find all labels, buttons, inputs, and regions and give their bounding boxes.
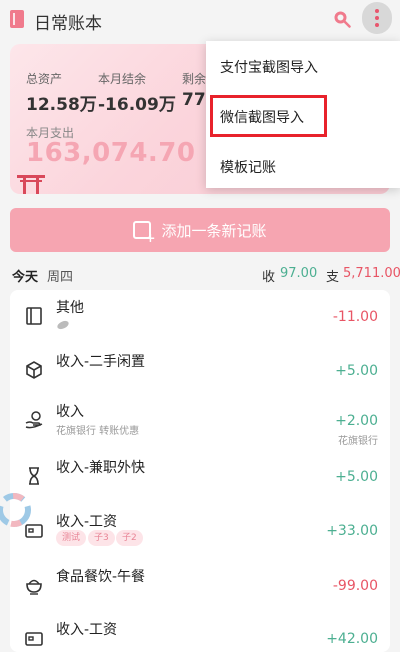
day-header: 今天 周四 收 97.00 支 5,711.00 <box>0 262 400 288</box>
add-record-button[interactable]: 添加一条新记账 <box>10 208 390 252</box>
record-tag: 子2 <box>116 530 143 546</box>
more-vertical-icon[interactable] <box>362 2 392 34</box>
day-today: 今天 <box>12 270 39 285</box>
record-title: 收入-工资 <box>56 514 118 530</box>
day-weekday: 周四 <box>47 270 74 285</box>
day-expense-label: 支 <box>326 270 340 285</box>
record-amount: +33.00 <box>326 523 378 539</box>
hand-coin-icon <box>25 411 43 429</box>
total-assets-value: 12.58万 <box>26 95 97 115</box>
total-assets-label: 总资产 <box>26 72 63 86</box>
record-title: 收入-二手闲置 <box>56 354 146 370</box>
record-title: 收入 <box>56 404 84 420</box>
record-tag: 子3 <box>88 530 115 546</box>
record-amount: +5.00 <box>335 363 378 379</box>
record-amount: -11.00 <box>332 309 378 325</box>
month-expense-value: 163,074.70 <box>26 138 196 168</box>
list-item[interactable]: 食品餐饮-午餐 -99.00 <box>10 559 390 615</box>
list-item[interactable]: 其他 -11.00 <box>10 290 390 346</box>
record-title: 其他 <box>56 300 84 316</box>
add-record-label: 添加一条新记账 <box>161 221 267 240</box>
record-amount: -99.00 <box>332 578 378 594</box>
record-amount: +5.00 <box>335 469 378 485</box>
record-amount: +42.00 <box>326 631 378 647</box>
day-expense-value: 5,711.00 <box>343 266 400 281</box>
record-account: 花旗银行 <box>338 436 378 447</box>
search-icon[interactable] <box>333 10 351 28</box>
box-icon <box>26 361 42 379</box>
app-title[interactable]: 日常账本 <box>34 9 102 34</box>
list-item[interactable]: 收入-工资 测试 子3 子2 +33.00 <box>10 504 390 560</box>
menu-item-template[interactable]: 模板记账 <box>220 157 276 177</box>
hourglass-icon <box>29 467 39 485</box>
wallet-icon <box>25 632 43 646</box>
record-title: 收入-工资 <box>56 622 118 638</box>
torii-gate-icon <box>17 175 45 194</box>
floating-wheel-icon[interactable] <box>0 490 34 530</box>
book-icon <box>26 307 42 325</box>
day-income-label: 收 <box>262 270 276 285</box>
attachment-icon <box>57 320 69 330</box>
app-header: 日常账本 <box>0 0 400 42</box>
menu-item-alipay-import[interactable]: 支付宝截图导入 <box>220 57 318 77</box>
record-tag: 测试 <box>56 530 87 546</box>
records-list: 其他 -11.00 收入-二手闲置 +5.00 收入 花旗银行 转账优惠 +2.… <box>10 290 390 652</box>
highlight-box <box>210 95 327 137</box>
record-subtitle: 花旗银行 转账优惠 <box>56 426 140 437</box>
list-item[interactable]: 收入-工资 +42.00 <box>10 612 390 652</box>
list-item[interactable]: 收入-兼职外快 +5.00 <box>10 450 390 506</box>
bowl-icon <box>26 579 42 595</box>
record-title: 收入-兼职外快 <box>56 460 146 476</box>
record-amount: +2.00 <box>335 413 378 429</box>
month-balance-value: -16.09万 <box>98 95 176 115</box>
record-title: 食品餐饮-午餐 <box>56 569 146 585</box>
list-item[interactable]: 收入-二手闲置 +5.00 <box>10 344 390 400</box>
list-item[interactable]: 收入 花旗银行 转账优惠 +2.00 花旗银行 <box>10 394 390 450</box>
add-note-icon <box>133 221 155 245</box>
book-icon <box>10 10 24 28</box>
month-balance-label: 本月结余 <box>98 72 147 86</box>
remaining-label: 剩余 <box>182 72 207 86</box>
day-income-value: 97.00 <box>280 266 318 281</box>
